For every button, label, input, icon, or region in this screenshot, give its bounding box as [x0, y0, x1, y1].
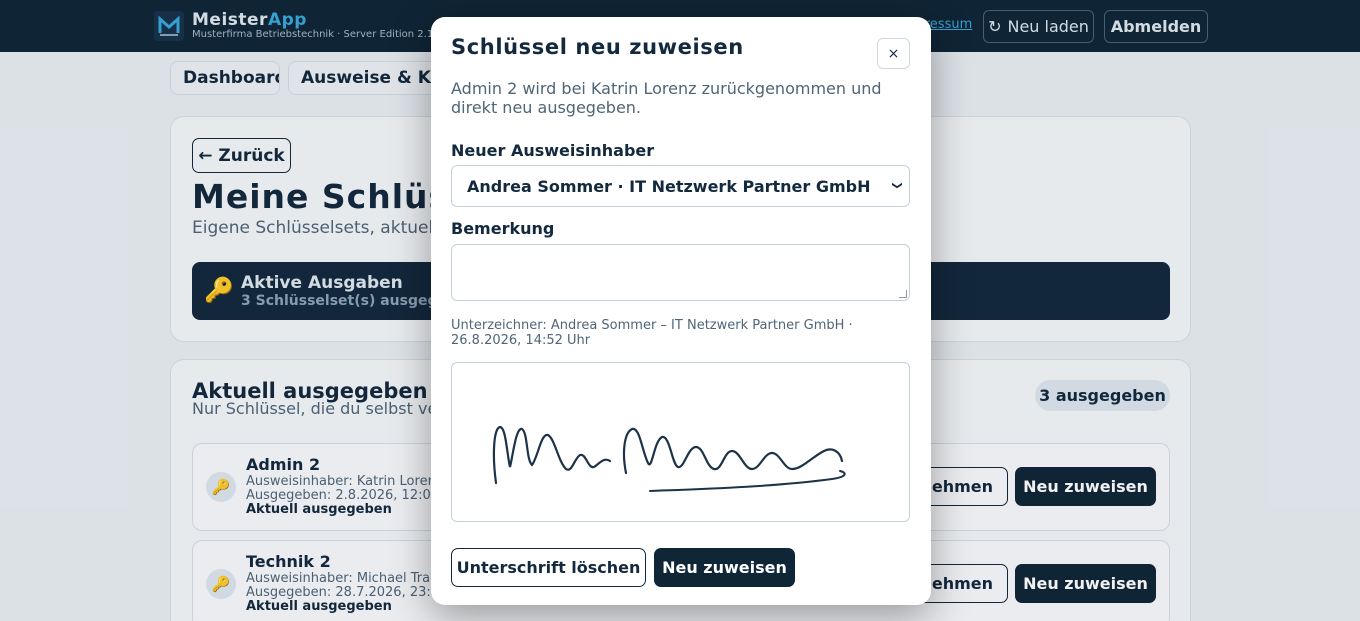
dialog-title: Schlüssel neu zuweisen [451, 35, 744, 59]
reassign-key-dialog: Schlüssel neu zuweisen × Admin 2 wird be… [431, 17, 931, 605]
new-owner-select[interactable]: Andrea Sommer · IT Netzwerk Partner GmbH… [451, 165, 910, 207]
resize-handle-icon[interactable] [899, 290, 907, 298]
note-label: Bemerkung [451, 219, 555, 238]
new-owner-value: Andrea Sommer · IT Netzwerk Partner GmbH [467, 176, 871, 196]
new-owner-label: Neuer Ausweisinhaber [451, 141, 655, 160]
clear-signature-button[interactable]: Unterschrift löschen [451, 548, 646, 587]
signature-pad[interactable] [451, 362, 910, 522]
signature-drawing [492, 425, 846, 492]
dialog-description: Admin 2 wird bei Katrin Lorenz zurückgen… [451, 79, 882, 117]
close-icon[interactable]: × [877, 38, 910, 69]
note-textarea[interactable] [451, 244, 910, 301]
chevron-down-icon: ❯ [891, 181, 903, 190]
confirm-reassign-button[interactable]: Neu zuweisen [654, 548, 795, 587]
signer-info: Unterzeichner: Andrea Sommer – IT Netzwe… [451, 318, 853, 348]
